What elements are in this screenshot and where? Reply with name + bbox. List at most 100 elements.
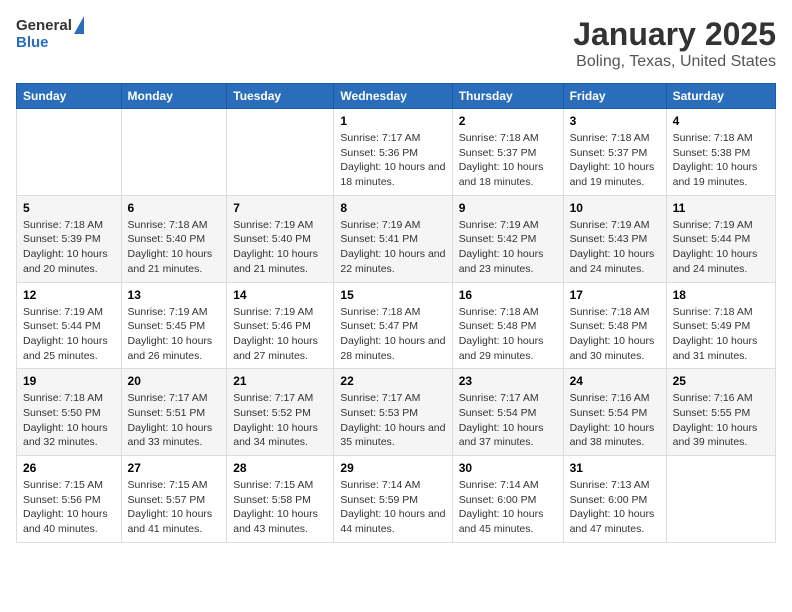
calendar-table: Sunday Monday Tuesday Wednesday Thursday… bbox=[16, 83, 776, 543]
calendar-cell: 31 Sunrise: 7:13 AMSunset: 6:00 PMDayligh… bbox=[563, 456, 666, 543]
logo-general: General bbox=[16, 17, 72, 34]
day-info: Sunrise: 7:19 AMSunset: 5:44 PMDaylight:… bbox=[673, 218, 769, 277]
logo: General Blue bbox=[16, 16, 84, 51]
day-number: 21 bbox=[233, 374, 327, 388]
calendar-cell: 24 Sunrise: 7:16 AMSunset: 5:54 PMDayligh… bbox=[563, 369, 666, 456]
logo-triangle-icon bbox=[74, 16, 84, 34]
day-number: 29 bbox=[340, 461, 445, 475]
calendar-cell: 25Sunrise: 7:16 AMSunset: 5:55 PMDayligh… bbox=[666, 369, 775, 456]
header-wednesday: Wednesday bbox=[334, 84, 452, 109]
day-info: Sunrise: 7:14 AMSunset: 5:59 PMDaylight:… bbox=[340, 478, 445, 537]
calendar-cell: 4 Sunrise: 7:18 AMSunset: 5:38 PMDaylight… bbox=[666, 109, 775, 196]
day-info: Sunrise: 7:16 AMSunset: 5:54 PMDaylight:… bbox=[570, 391, 660, 450]
day-info: Sunrise: 7:19 AMSunset: 5:46 PMDaylight:… bbox=[233, 305, 327, 364]
day-number: 14 bbox=[233, 288, 327, 302]
day-info: Sunrise: 7:17 AMSunset: 5:51 PMDaylight:… bbox=[128, 391, 221, 450]
calendar-cell: 3 Sunrise: 7:18 AMSunset: 5:37 PMDaylight… bbox=[563, 109, 666, 196]
day-info: Sunrise: 7:18 AMSunset: 5:38 PMDaylight:… bbox=[673, 131, 769, 190]
day-info: Sunrise: 7:15 AMSunset: 5:56 PMDaylight:… bbox=[23, 478, 115, 537]
calendar-cell bbox=[227, 109, 334, 196]
calendar-cell: 16 Sunrise: 7:18 AMSunset: 5:48 PMDayligh… bbox=[452, 282, 563, 369]
calendar-cell: 30Sunrise: 7:14 AMSunset: 6:00 PMDayligh… bbox=[452, 456, 563, 543]
day-info: Sunrise: 7:19 AMSunset: 5:42 PMDaylight:… bbox=[459, 218, 557, 277]
day-info: Sunrise: 7:18 AMSunset: 5:48 PMDaylight:… bbox=[570, 305, 660, 364]
calendar-cell: 10Sunrise: 7:19 AMSunset: 5:43 PMDayligh… bbox=[563, 195, 666, 282]
calendar-title: January 2025 bbox=[573, 16, 776, 53]
day-number: 8 bbox=[340, 201, 445, 215]
day-info: Sunrise: 7:19 AMSunset: 5:41 PMDaylight:… bbox=[340, 218, 445, 277]
calendar-subtitle: Boling, Texas, United States bbox=[573, 53, 776, 71]
header-thursday: Thursday bbox=[452, 84, 563, 109]
day-number: 27 bbox=[128, 461, 221, 475]
day-info: Sunrise: 7:18 AMSunset: 5:47 PMDaylight:… bbox=[340, 305, 445, 364]
day-info: Sunrise: 7:17 AMSunset: 5:54 PMDaylight:… bbox=[459, 391, 557, 450]
day-number: 22 bbox=[340, 374, 445, 388]
calendar-cell: 29 Sunrise: 7:14 AMSunset: 5:59 PMDayligh… bbox=[334, 456, 452, 543]
day-number: 2 bbox=[459, 114, 557, 128]
header-saturday: Saturday bbox=[666, 84, 775, 109]
calendar-cell: 2 Sunrise: 7:18 AMSunset: 5:37 PMDaylight… bbox=[452, 109, 563, 196]
day-number: 15 bbox=[340, 288, 445, 302]
day-number: 17 bbox=[570, 288, 660, 302]
calendar-cell: 1 Sunrise: 7:17 AMSunset: 5:36 PMDaylight… bbox=[334, 109, 452, 196]
day-number: 20 bbox=[128, 374, 221, 388]
calendar-cell: 14 Sunrise: 7:19 AMSunset: 5:46 PMDayligh… bbox=[227, 282, 334, 369]
day-info: Sunrise: 7:18 AMSunset: 5:50 PMDaylight:… bbox=[23, 391, 115, 450]
day-number: 31 bbox=[570, 461, 660, 475]
day-number: 25 bbox=[673, 374, 769, 388]
calendar-cell: 8 Sunrise: 7:19 AMSunset: 5:41 PMDaylight… bbox=[334, 195, 452, 282]
day-number: 5 bbox=[23, 201, 115, 215]
page-header: General Blue January 2025 Boling, Texas,… bbox=[16, 16, 776, 71]
day-number: 7 bbox=[233, 201, 327, 215]
calendar-week-2: 12 Sunrise: 7:19 AMSunset: 5:44 PMDayligh… bbox=[17, 282, 776, 369]
calendar-cell: 5Sunrise: 7:18 AMSunset: 5:39 PMDaylight… bbox=[17, 195, 122, 282]
day-info: Sunrise: 7:15 AMSunset: 5:57 PMDaylight:… bbox=[128, 478, 221, 537]
day-info: Sunrise: 7:18 AMSunset: 5:49 PMDaylight:… bbox=[673, 305, 769, 364]
day-number: 16 bbox=[459, 288, 557, 302]
day-info: Sunrise: 7:13 AMSunset: 6:00 PMDaylight:… bbox=[570, 478, 660, 537]
title-block: January 2025 Boling, Texas, United State… bbox=[573, 16, 776, 71]
day-number: 4 bbox=[673, 114, 769, 128]
calendar-cell: 28Sunrise: 7:15 AMSunset: 5:58 PMDayligh… bbox=[227, 456, 334, 543]
day-number: 1 bbox=[340, 114, 445, 128]
day-info: Sunrise: 7:19 AMSunset: 5:44 PMDaylight:… bbox=[23, 305, 115, 364]
calendar-cell: 21 Sunrise: 7:17 AMSunset: 5:52 PMDayligh… bbox=[227, 369, 334, 456]
calendar-cell: 17 Sunrise: 7:18 AMSunset: 5:48 PMDayligh… bbox=[563, 282, 666, 369]
day-number: 19 bbox=[23, 374, 115, 388]
calendar-cell: 26 Sunrise: 7:15 AMSunset: 5:56 PMDayligh… bbox=[17, 456, 122, 543]
day-info: Sunrise: 7:18 AMSunset: 5:48 PMDaylight:… bbox=[459, 305, 557, 364]
day-number: 12 bbox=[23, 288, 115, 302]
calendar-header-row: Sunday Monday Tuesday Wednesday Thursday… bbox=[17, 84, 776, 109]
calendar-week-0: 1 Sunrise: 7:17 AMSunset: 5:36 PMDaylight… bbox=[17, 109, 776, 196]
calendar-cell: 11 Sunrise: 7:19 AMSunset: 5:44 PMDayligh… bbox=[666, 195, 775, 282]
calendar-cell: 7Sunrise: 7:19 AMSunset: 5:40 PMDaylight… bbox=[227, 195, 334, 282]
day-info: Sunrise: 7:17 AMSunset: 5:53 PMDaylight:… bbox=[340, 391, 445, 450]
day-number: 13 bbox=[128, 288, 221, 302]
header-sunday: Sunday bbox=[17, 84, 122, 109]
calendar-cell: 19 Sunrise: 7:18 AMSunset: 5:50 PMDayligh… bbox=[17, 369, 122, 456]
calendar-cell bbox=[121, 109, 227, 196]
day-number: 9 bbox=[459, 201, 557, 215]
day-info: Sunrise: 7:19 AMSunset: 5:45 PMDaylight:… bbox=[128, 305, 221, 364]
calendar-cell: 12 Sunrise: 7:19 AMSunset: 5:44 PMDayligh… bbox=[17, 282, 122, 369]
calendar-cell: 22 Sunrise: 7:17 AMSunset: 5:53 PMDayligh… bbox=[334, 369, 452, 456]
day-info: Sunrise: 7:18 AMSunset: 5:37 PMDaylight:… bbox=[459, 131, 557, 190]
day-number: 24 bbox=[570, 374, 660, 388]
header-monday: Monday bbox=[121, 84, 227, 109]
day-info: Sunrise: 7:17 AMSunset: 5:52 PMDaylight:… bbox=[233, 391, 327, 450]
day-number: 26 bbox=[23, 461, 115, 475]
day-number: 11 bbox=[673, 201, 769, 215]
day-info: Sunrise: 7:15 AMSunset: 5:58 PMDaylight:… bbox=[233, 478, 327, 537]
logo-blue: Blue bbox=[16, 34, 49, 51]
calendar-cell: 27 Sunrise: 7:15 AMSunset: 5:57 PMDayligh… bbox=[121, 456, 227, 543]
day-number: 10 bbox=[570, 201, 660, 215]
day-number: 30 bbox=[459, 461, 557, 475]
day-info: Sunrise: 7:18 AMSunset: 5:37 PMDaylight:… bbox=[570, 131, 660, 190]
day-info: Sunrise: 7:17 AMSunset: 5:36 PMDaylight:… bbox=[340, 131, 445, 190]
day-number: 18 bbox=[673, 288, 769, 302]
day-number: 3 bbox=[570, 114, 660, 128]
calendar-cell bbox=[666, 456, 775, 543]
calendar-week-4: 26 Sunrise: 7:15 AMSunset: 5:56 PMDayligh… bbox=[17, 456, 776, 543]
day-info: Sunrise: 7:18 AMSunset: 5:40 PMDaylight:… bbox=[128, 218, 221, 277]
day-number: 6 bbox=[128, 201, 221, 215]
